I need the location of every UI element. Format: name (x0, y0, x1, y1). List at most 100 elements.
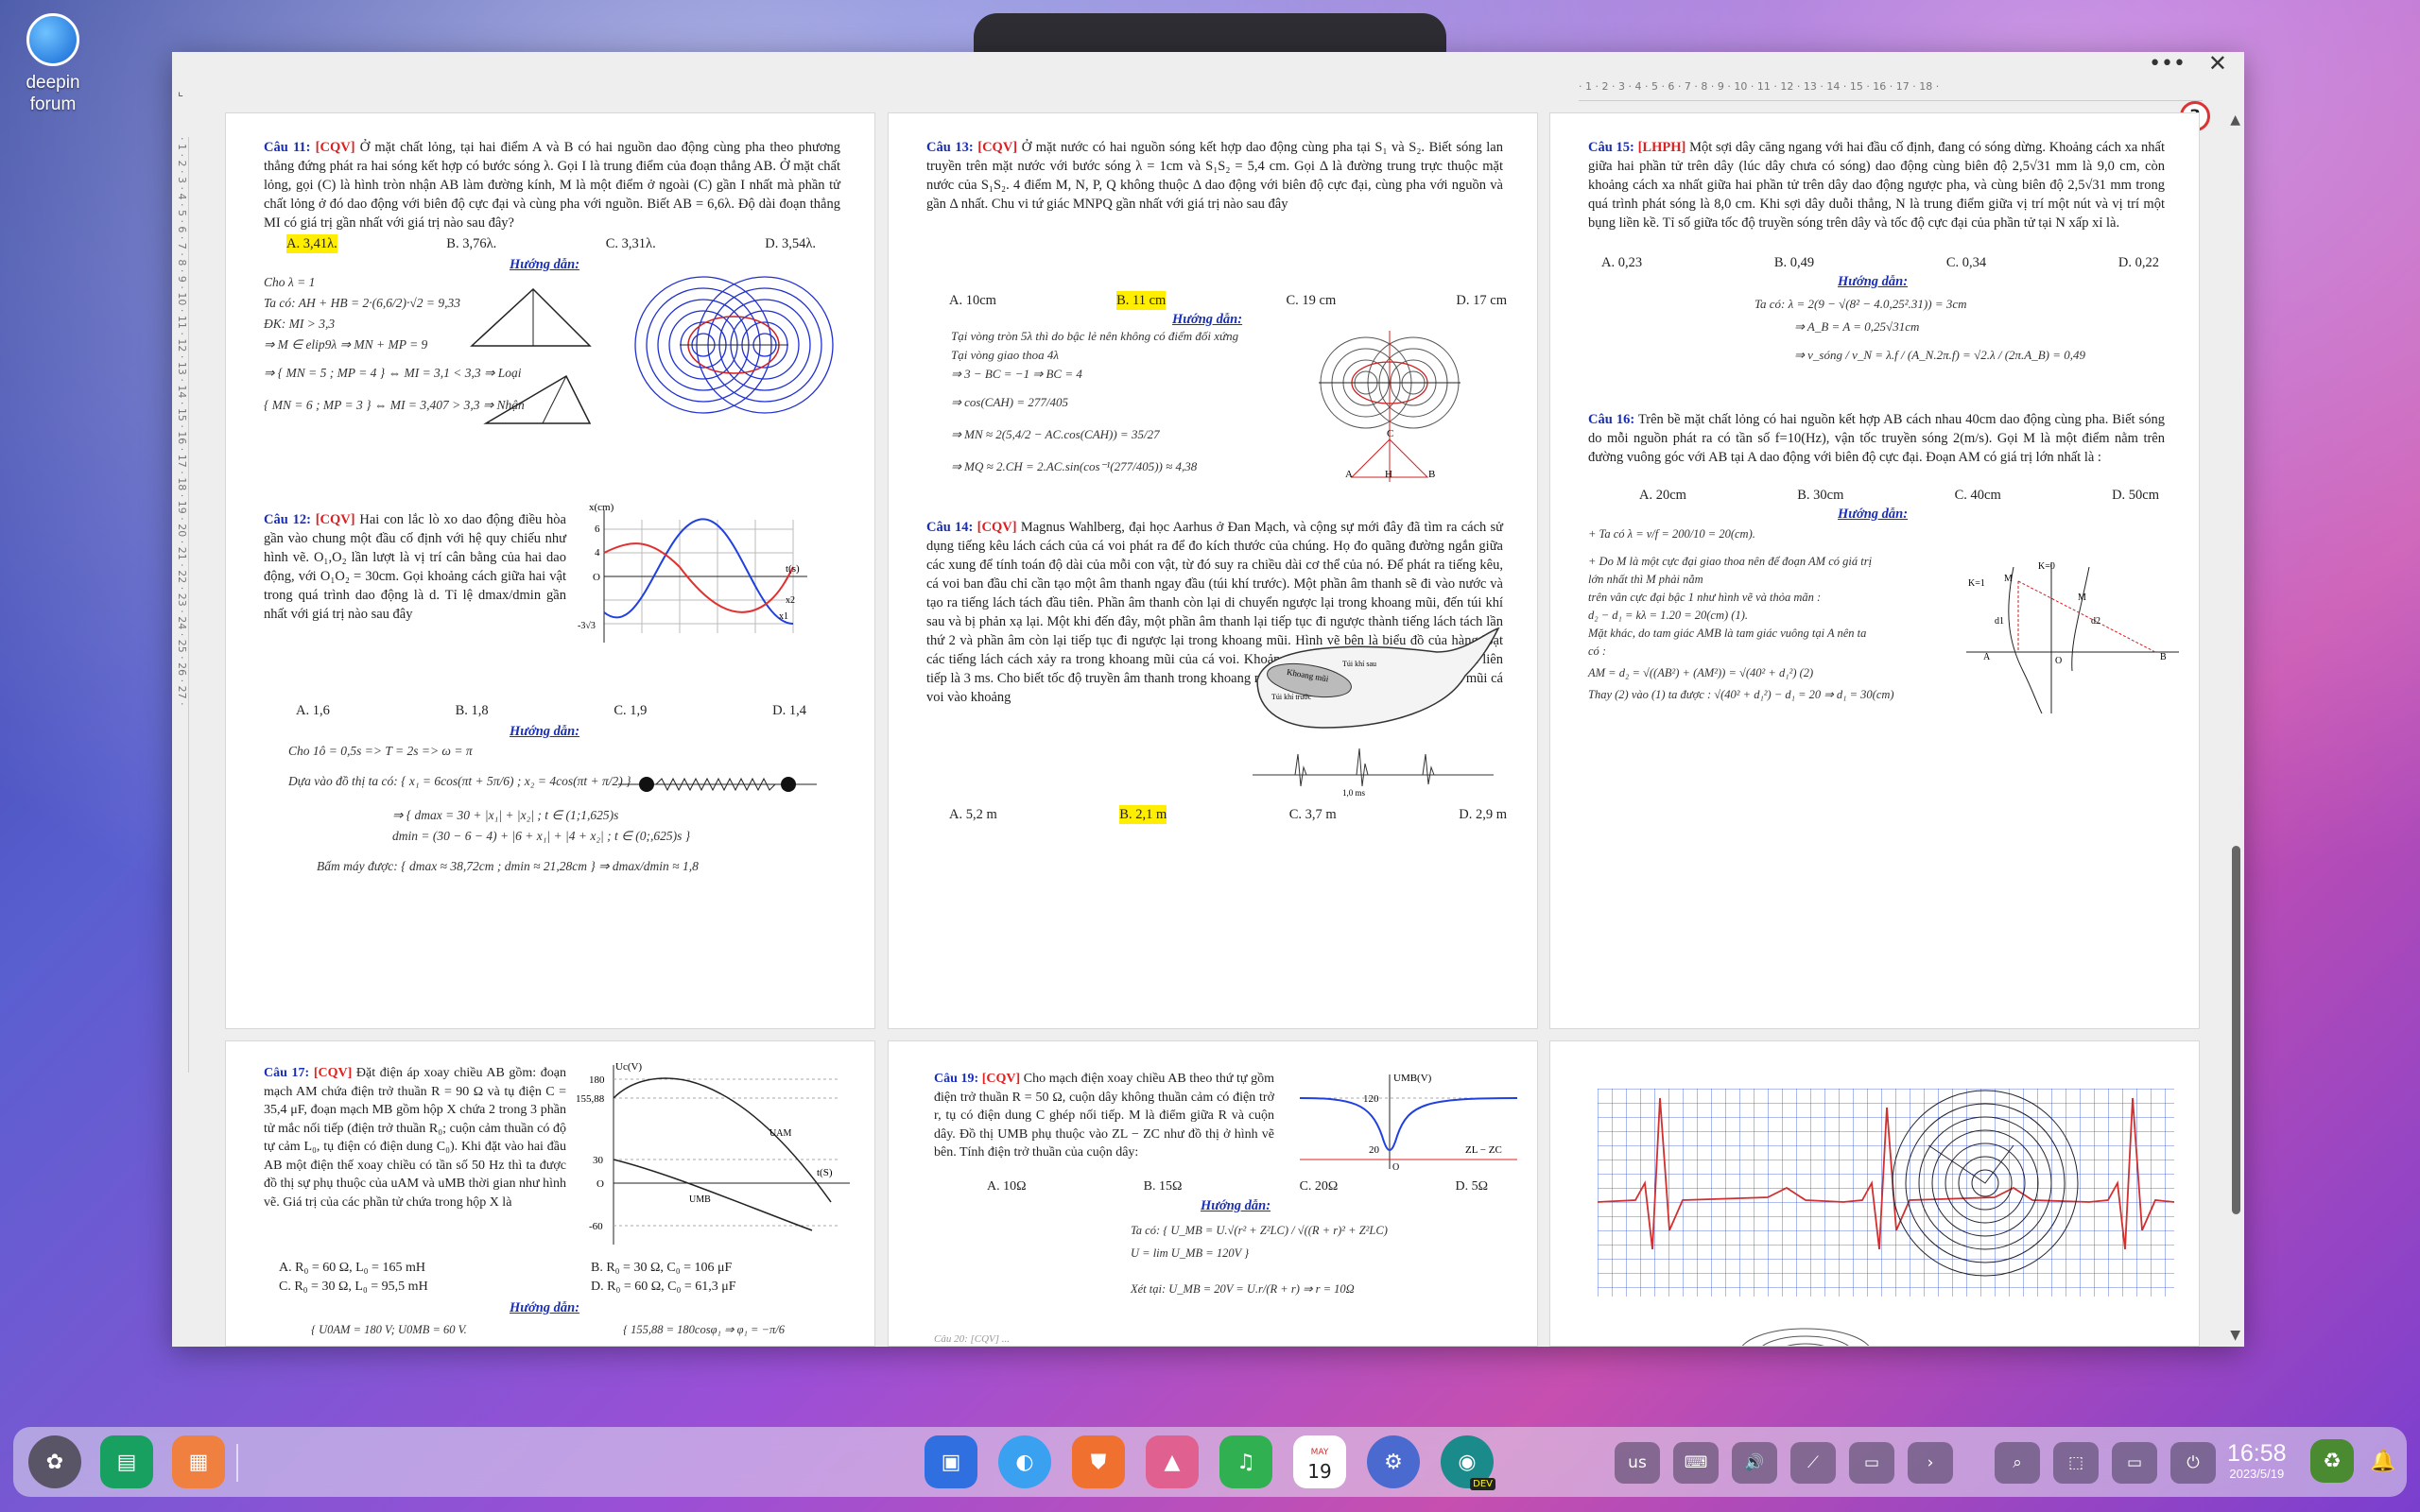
scrollbar-thumb[interactable] (2232, 846, 2240, 1214)
series-label: x2 (786, 595, 795, 606)
figure-label: A (1983, 652, 1991, 662)
question-number: Câu 13: (926, 140, 974, 155)
option-b: B. 30cm (1797, 488, 1844, 503)
whale-label: 1,0 ms (1342, 788, 1366, 798)
horizontal-ruler[interactable]: · 1 · 2 · 3 · 4 · 5 · 6 · 7 · 8 · 9 · 10… (1579, 80, 2203, 101)
scroll-down-icon[interactable]: ▼ (2230, 1328, 2240, 1343)
q17-solution-1: { U0AM = 180 V; U0MB = 60 V. (311, 1323, 467, 1336)
keyboard-icon[interactable]: ⌨ (1673, 1442, 1719, 1484)
graph-y-label: Uc(V) (615, 1061, 642, 1073)
question-13: Câu 13: [CQV] Ở mặt nước có hai nguồn só… (926, 138, 1503, 214)
question-11: Câu 11: [CQV] Ở mặt chất lỏng, tại hai đ… (264, 138, 840, 232)
vertical-ruler[interactable]: · 1 · 2 · 3 · 4 · 5 · 6 · 7 · 8 · 9 · 10… (174, 137, 189, 1073)
launcher-icon[interactable]: ✿ (28, 1435, 81, 1488)
volume-icon[interactable]: 🔊 (1732, 1442, 1777, 1484)
keyboard-layout-button[interactable]: us (1615, 1442, 1660, 1484)
show-desktop-icon[interactable]: ▦ (172, 1435, 225, 1488)
figure-label: A (1345, 469, 1353, 480)
question-tag: [CQV] (981, 1072, 1021, 1086)
clock[interactable]: 16:58 2023/5/19 (2227, 1440, 2287, 1482)
dock-divider (236, 1444, 238, 1482)
graph-y-label: x(cm) (589, 502, 614, 513)
document-page-3: Câu 15: [LHPH] Một sợi dây căng ngang vớ… (1549, 112, 2200, 1029)
screenshot-icon[interactable]: ⬚ (2053, 1442, 2099, 1484)
option-b: B. 0,49 (1773, 255, 1815, 270)
multitasking-view-icon[interactable]: ▤ (100, 1435, 153, 1488)
option-a: A. R₀ = 60 Ω, L₀ = 165 mH (279, 1261, 425, 1275)
document-page-5: Câu 19: [CQV] Cho mạch điện xoay chiều A… (888, 1040, 1538, 1347)
document-page-6 (1549, 1040, 2200, 1347)
edge-dev-icon[interactable]: ◉ DEV (1441, 1435, 1495, 1490)
network-icon[interactable]: ⟋ (1790, 1442, 1836, 1484)
music-icon[interactable]: ♫ (1219, 1435, 1272, 1488)
whale-label: Túi khí sau (1342, 660, 1376, 668)
more-icon[interactable]: ••• (2149, 52, 2186, 76)
document-viewer-window: ••• ✕ ⌞ · 1 · 2 · 3 · 4 · 5 · 6 · 7 · 8 … (172, 50, 2244, 1347)
taskbar-dock: ✿ ▤ ▦ ▣ ◐ ⛊ ▲ ♫ MAY 19 ⚙ ◉ DEV us ⌨ 🔊 ⟋ ▭… (13, 1427, 2407, 1497)
option-d: D. 3,54λ. (765, 236, 816, 251)
figure-label: M (2004, 574, 2013, 584)
question-tag: [CQV] (977, 520, 1017, 535)
question-tag: [LHPH] (1637, 140, 1686, 155)
tick-label: 180 (589, 1074, 605, 1086)
graph-y-label: UMB(V) (1393, 1073, 1432, 1084)
app-store-icon[interactable]: ⛊ (1072, 1435, 1125, 1488)
option-b: B. 15Ω (1143, 1179, 1183, 1194)
option-a: A. 20cm (1639, 488, 1686, 503)
question-19: Câu 19: [CQV] Cho mạch điện xoay chiều A… (934, 1070, 1274, 1162)
figure-label: B (1428, 469, 1435, 480)
trash-icon[interactable]: ♻ (2310, 1439, 2354, 1483)
q17-voltage-graph: Uc(V) 180 155,88 30 O -60 t(S) UAM UMB (576, 1061, 850, 1245)
image-viewer-icon[interactable]: ▲ (1146, 1435, 1199, 1488)
calendar-day: 19 (1307, 1460, 1332, 1483)
option-b: B. R₀ = 30 Ω, C₀ = 106 μF (591, 1261, 733, 1275)
tick-label: -3√3 (578, 621, 596, 631)
question-15: Câu 15: [LHPH] Một sợi dây căng ngang vớ… (1588, 138, 2165, 232)
guide-heading: Hướng dẫn: (510, 257, 580, 272)
guide-heading: Hướng dẫn: (1172, 312, 1243, 327)
series-label: UAM (769, 1128, 791, 1139)
tick-label: O (596, 1178, 604, 1190)
graph-x-label: ZL − ZC (1465, 1144, 1502, 1156)
ecg-interference-image (1598, 1089, 2174, 1297)
question-number: Câu 16: (1588, 412, 1635, 427)
clock-date: 2023/5/19 (2229, 1467, 2285, 1481)
scroll-up-icon[interactable]: ▲ (2230, 112, 2240, 128)
file-manager-icon[interactable]: ▣ (925, 1435, 977, 1488)
q16-solution: + Ta có λ = v/f = 200/10 = 20(cm). + Do … (1588, 527, 1894, 701)
question-tag: [CQV] (977, 140, 1018, 155)
q14-options: A. 5,2 m B. 2,1 m C. 3,7 m D. 2,9 m (949, 805, 1507, 824)
expand-tray-icon[interactable]: › (1908, 1442, 1953, 1484)
option-c: C. 19 cm (1286, 293, 1337, 308)
q13-options: A. 10cm B. 11 cm C. 19 cm D. 17 cm (949, 291, 1507, 310)
notification-bell-icon[interactable]: 🔔 (2367, 1439, 2399, 1483)
option-c: C. R₀ = 30 Ω, L₀ = 95,5 mH (279, 1280, 428, 1294)
next-question-hint: Câu 20: [CQV] ... (934, 1333, 1011, 1345)
q11-interference-figure (634, 276, 834, 414)
option-a: A. 10Ω (987, 1179, 1027, 1194)
figure-label: d2 (2091, 616, 2100, 627)
tick-label: O (1392, 1162, 1399, 1173)
q16-options: A. 20cm B. 30cm C. 40cm D. 50cm (1639, 486, 2159, 505)
q11-triangle-figure (470, 287, 592, 424)
dev-badge: DEV (1470, 1478, 1495, 1490)
q16-geometry-figure: K=0 K=1 M M d1 d2 A B O (1966, 561, 2179, 714)
figure-label: d1 (1995, 616, 2004, 627)
display-icon[interactable]: ▭ (2112, 1442, 2157, 1484)
series-label: x1 (779, 611, 788, 622)
search-icon[interactable]: ⌕ (1995, 1442, 2040, 1484)
question-number: Câu 12: (264, 512, 311, 527)
q19-umb-graph: UMB(V) 120 20 O ZL − ZC (1299, 1073, 1518, 1173)
power-icon[interactable]: ⏻ (2170, 1442, 2216, 1484)
option-d: D. 50cm (2112, 488, 2159, 503)
question-number: Câu 14: (926, 520, 974, 535)
option-c: C. 0,34 (1945, 255, 1987, 270)
battery-icon[interactable]: ▭ (1849, 1442, 1894, 1484)
q12-spring-figure (618, 777, 817, 792)
browser-icon[interactable]: ◐ (998, 1435, 1051, 1488)
desktop-icon-deepin-forum[interactable]: deepin forum (19, 13, 87, 115)
close-icon[interactable]: ✕ (2208, 50, 2227, 77)
settings-icon[interactable]: ⚙ (1367, 1435, 1420, 1488)
calendar-icon[interactable]: MAY 19 (1293, 1435, 1346, 1488)
q11-options: A. 3,41λ. B. 3,76λ. C. 3,31λ. D. 3,54λ. (286, 234, 816, 253)
